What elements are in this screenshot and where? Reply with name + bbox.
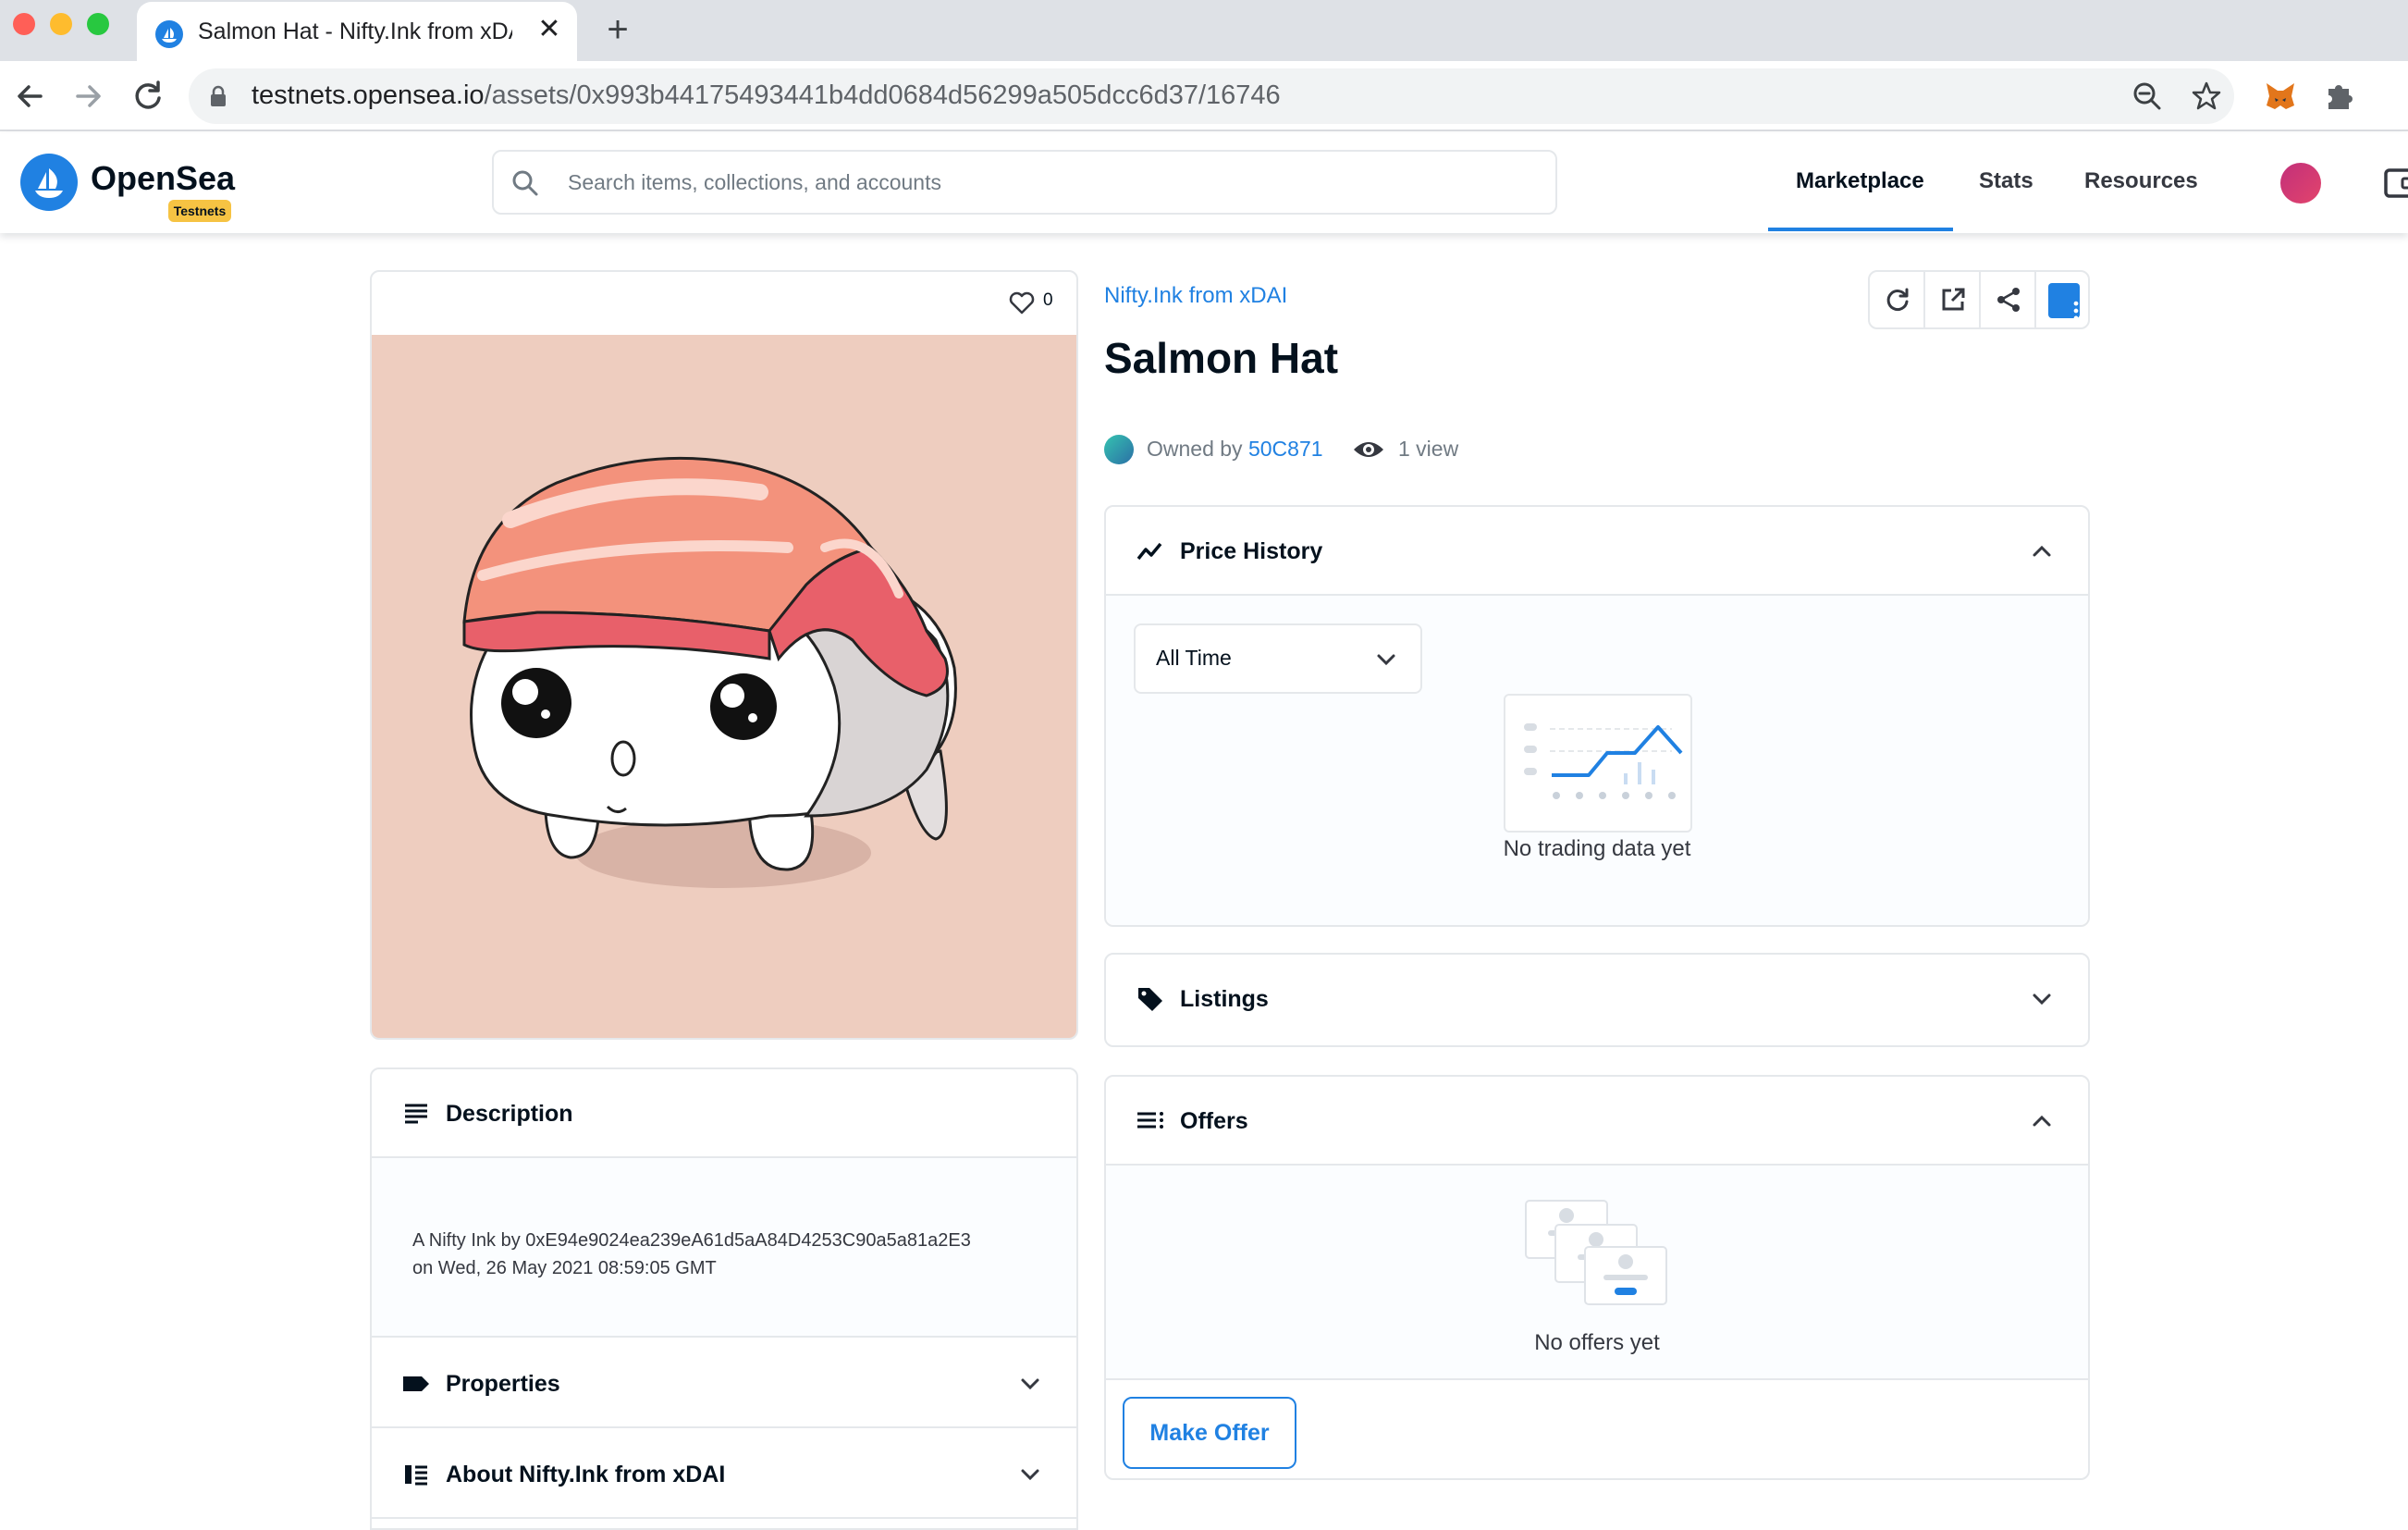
- chevron-down-icon: [1021, 1378, 1039, 1390]
- chevron-up-icon: [2033, 545, 2051, 557]
- price-history-header[interactable]: Price History: [1106, 507, 2088, 596]
- refresh-metadata-button[interactable]: [1870, 272, 1925, 327]
- owned-by: Owned by 50C871: [1147, 437, 1323, 462]
- puzzle-icon[interactable]: [2323, 80, 2356, 113]
- asset-title: Salmon Hat: [1104, 334, 1339, 382]
- url-text: testnets.opensea.io/assets/0x993b4417549…: [252, 80, 1281, 111]
- chevron-down-icon: [1377, 654, 1395, 666]
- salmon-hat-illustration: [462, 456, 957, 888]
- offers-label: Offers: [1180, 1108, 1248, 1134]
- search-icon: [512, 170, 538, 196]
- description-label: Description: [446, 1101, 573, 1127]
- asset-action-group: [1868, 270, 2090, 329]
- make-offer-button[interactable]: Make Offer: [1123, 1397, 1296, 1469]
- external-link-icon: [1942, 288, 1965, 311]
- offers-body: No offers yet: [1106, 1166, 2088, 1380]
- user-avatar[interactable]: [2280, 163, 2321, 204]
- offers-header[interactable]: Offers: [1106, 1077, 2088, 1166]
- description-header[interactable]: Description: [372, 1069, 1076, 1158]
- bookmark-star-icon[interactable]: [2190, 80, 2223, 113]
- lock-icon: [211, 85, 226, 106]
- about-header[interactable]: About Nifty.Ink from xDAI: [372, 1430, 1076, 1519]
- opensea-logo-icon[interactable]: [20, 154, 78, 211]
- listings-panel: Listings: [1104, 953, 2090, 1047]
- favorites-count: 0: [1043, 290, 1053, 310]
- heart-icon[interactable]: [1008, 289, 1036, 316]
- eye-icon: [1354, 442, 1383, 457]
- reload-icon[interactable]: [126, 74, 170, 118]
- testnets-badge: Testnets: [168, 200, 231, 222]
- share-icon: [1997, 288, 2020, 312]
- browser-tab-strip: Salmon Hat - Nifty.Ink from xDAI ✕ +: [0, 0, 2408, 61]
- more-vertical-icon: [2048, 283, 2080, 321]
- price-history-label: Price History: [1180, 538, 1323, 564]
- wallet-icon[interactable]: [2382, 167, 2408, 200]
- view-count: 1 view: [1398, 437, 1459, 461]
- description-text: A Nifty Ink by 0xE94e9024ea239eA61d5aA84…: [412, 1227, 1041, 1282]
- time-range-value: All Time: [1156, 646, 1232, 670]
- text-lines-icon: [405, 1104, 427, 1124]
- empty-chart-illustration: [1504, 694, 1692, 833]
- about-label: About Nifty.Ink from xDAI: [446, 1462, 726, 1487]
- listings-label: Listings: [1180, 986, 1269, 1012]
- close-window-button[interactable]: [13, 13, 35, 35]
- asset-image-card: 0: [370, 270, 1078, 1040]
- no-offers-text: No offers yet: [1534, 1330, 1660, 1355]
- chevron-down-icon: [1021, 1469, 1039, 1481]
- trending-line-icon: [1136, 542, 1162, 561]
- image-card-topbar: 0: [372, 272, 1076, 335]
- view-external-button[interactable]: [1925, 272, 1981, 327]
- refresh-icon: [1886, 288, 1909, 311]
- properties-label: Properties: [446, 1371, 560, 1397]
- list-detail-icon: [405, 1465, 427, 1486]
- no-trading-data-text: No trading data yet: [1503, 836, 1691, 861]
- maximize-window-button[interactable]: [87, 13, 109, 35]
- description-line-1: A Nifty Ink by 0xE94e9024ea239eA61d5aA84…: [412, 1230, 971, 1251]
- owner-avatar[interactable]: [1104, 435, 1134, 464]
- search-placeholder: Search items, collections, and accounts: [568, 170, 941, 194]
- share-button[interactable]: [1981, 272, 2036, 327]
- active-nav-indicator: [1768, 228, 1953, 231]
- asset-artwork-image[interactable]: [372, 335, 1076, 1038]
- listings-header[interactable]: Listings: [1106, 955, 2088, 1043]
- arrow-right-icon[interactable]: [67, 74, 111, 118]
- more-options-button[interactable]: [2036, 272, 2092, 327]
- nav-resources[interactable]: Resources: [2084, 168, 2198, 194]
- owned-by-label: Owned by: [1147, 437, 1243, 461]
- url-path: /assets/0x993b44175493441b4dd0684d56299a…: [484, 80, 1281, 110]
- minimize-window-button[interactable]: [50, 13, 72, 35]
- empty-offers-illustration: [1525, 1200, 1667, 1305]
- description-line-2: on Wed, 26 May 2021 08:59:05 GMT: [412, 1258, 717, 1278]
- site-header: OpenSea Testnets Search items, collectio…: [0, 133, 2408, 233]
- opensea-favicon-icon: [155, 20, 183, 48]
- browser-tab-active[interactable]: Salmon Hat - Nifty.Ink from xDAI ✕: [137, 2, 577, 61]
- chevron-up-icon: [2033, 1115, 2051, 1127]
- arrow-left-icon[interactable]: [7, 74, 52, 118]
- logo-text[interactable]: OpenSea: [91, 159, 235, 198]
- tab-title: Salmon Hat - Nifty.Ink from xDAI: [198, 19, 512, 44]
- nav-marketplace[interactable]: Marketplace: [1796, 168, 1924, 194]
- nav-stats[interactable]: Stats: [1979, 168, 2033, 194]
- tab-close-icon[interactable]: ✕: [533, 13, 566, 46]
- metamask-fox-icon[interactable]: [2264, 80, 2297, 113]
- zoom-out-icon[interactable]: [2131, 80, 2164, 113]
- owner-link[interactable]: 50C871: [1248, 437, 1323, 461]
- new-tab-button[interactable]: +: [599, 11, 636, 48]
- properties-header[interactable]: Properties: [372, 1339, 1076, 1428]
- offers-panel: Offers No offers yet Make Offer: [1104, 1075, 2090, 1480]
- price-history-body: All Time No trading data yet: [1106, 596, 2088, 925]
- price-history-panel: Price History All Time No trading data y…: [1104, 505, 2090, 927]
- time-range-select[interactable]: All Time: [1134, 623, 1422, 694]
- browser-toolbar: testnets.opensea.io/assets/0x993b4417549…: [0, 61, 2408, 131]
- price-tag-icon: [1138, 988, 1162, 1011]
- url-host: testnets.opensea.io: [252, 80, 485, 110]
- tag-label-icon: [403, 1376, 429, 1391]
- offers-list-icon: [1137, 1112, 1163, 1129]
- description-body: A Nifty Ink by 0xE94e9024ea239eA61d5aA84…: [372, 1158, 1076, 1338]
- chevron-down-icon: [2033, 993, 2051, 1006]
- address-bar[interactable]: testnets.opensea.io/assets/0x993b4417549…: [189, 68, 2234, 124]
- description-panel: Description A Nifty Ink by 0xE94e9024ea2…: [370, 1067, 1078, 1530]
- collection-link[interactable]: Nifty.Ink from xDAI: [1104, 283, 1287, 309]
- search-input[interactable]: Search items, collections, and accounts: [492, 150, 1557, 215]
